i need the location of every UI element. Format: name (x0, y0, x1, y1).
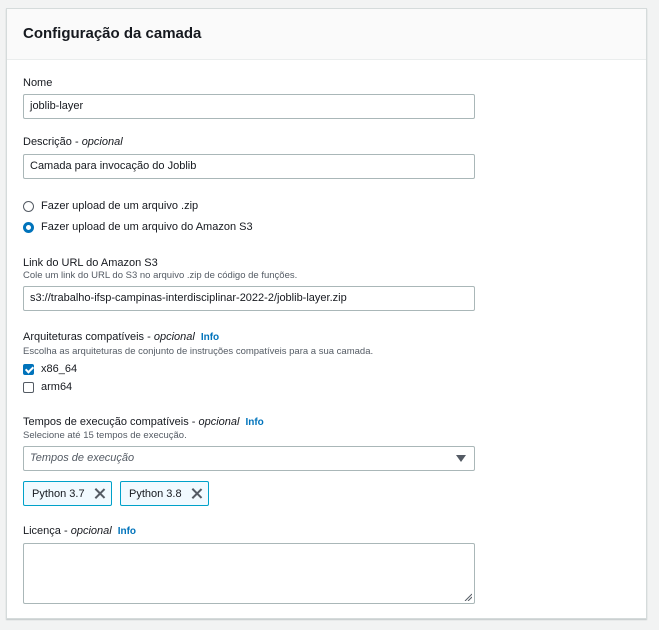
runtimes-info-link[interactable]: Info (245, 417, 263, 428)
architectures-label: Arquiteturas compatíveis - opcional Info (23, 331, 220, 343)
upload-s3-radio[interactable] (23, 221, 34, 233)
license-info-link[interactable]: Info (118, 526, 136, 537)
caret-down-icon (456, 455, 466, 462)
runtimes-description: Selecione até 15 tempos de execução. (23, 430, 187, 441)
arch-arm64-label: arm64 (41, 381, 73, 393)
license-label-text: Licença (23, 525, 61, 537)
description-input[interactable]: Camada para invocação do Joblib (23, 154, 475, 179)
arch-arm64-checkbox[interactable] (23, 381, 34, 393)
architectures-description: Escolha as arquiteturas de conjunto de i… (23, 346, 374, 357)
architectures-info-link[interactable]: Info (201, 332, 219, 343)
remove-icon[interactable] (94, 488, 105, 499)
description-optional: opcional (81, 136, 123, 148)
arch-x86-option[interactable]: x86_64 (23, 363, 77, 375)
license-optional: opcional (70, 525, 112, 537)
upload-zip-label: Fazer upload de um arquivo .zip (41, 200, 199, 212)
runtime-token-python37: Python 3.7 (23, 481, 112, 506)
remove-icon[interactable] (191, 488, 202, 499)
license-textarea[interactable] (23, 543, 475, 604)
license-label: Licença - opcional Info (23, 525, 137, 537)
layer-configuration-panel: Configuração da camada Nome joblib-layer… (6, 8, 647, 619)
runtime-token-python38: Python 3.8 (120, 481, 209, 506)
arch-arm64-option[interactable]: arm64 (23, 381, 72, 393)
s3-link-description: Cole um link do URL do S3 no arquivo .zi… (23, 270, 298, 281)
runtimes-optional: opcional (198, 416, 240, 428)
runtime-token-label: Python 3.7 (32, 487, 85, 500)
arch-x86-checkbox[interactable] (23, 363, 34, 375)
description-label-text: Descrição (23, 136, 72, 148)
runtimes-select[interactable]: Tempos de execução (23, 446, 475, 471)
description-label: Descrição - opcional (23, 136, 123, 148)
resize-grip-icon[interactable] (464, 593, 472, 601)
runtime-token-label: Python 3.8 (129, 487, 182, 500)
panel-header: Configuração da camada (7, 9, 646, 60)
runtimes-placeholder: Tempos de execução (30, 452, 135, 464)
runtimes-label-text: Tempos de execução compatíveis (23, 416, 189, 428)
name-input[interactable]: joblib-layer (23, 94, 475, 119)
name-label: Nome (23, 77, 53, 89)
s3-link-label: Link do URL do Amazon S3 (23, 257, 158, 269)
upload-zip-radio[interactable] (23, 200, 34, 212)
panel-body: Nome joblib-layer Descrição - opcional C… (7, 60, 646, 604)
upload-s3-label: Fazer upload de um arquivo do Amazon S3 (41, 221, 253, 233)
upload-s3-option[interactable]: Fazer upload de um arquivo do Amazon S3 (23, 221, 253, 233)
runtimes-label: Tempos de execução compatíveis - opciona… (23, 416, 264, 428)
panel-title: Configuração da camada (23, 25, 202, 42)
arch-x86-label: x86_64 (41, 363, 78, 375)
s3-link-input[interactable]: s3://trabalho-ifsp-campinas-interdiscipl… (23, 286, 475, 311)
architectures-optional: opcional (153, 331, 195, 343)
upload-zip-option[interactable]: Fazer upload de um arquivo .zip (23, 200, 198, 212)
architectures-label-text: Arquiteturas compatíveis (23, 331, 145, 343)
